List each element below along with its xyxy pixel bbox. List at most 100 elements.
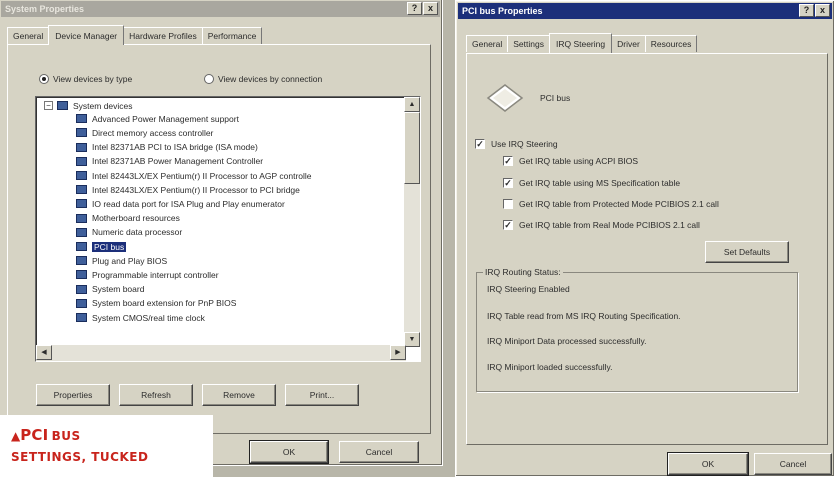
view-by-type-radio[interactable]: View devices by type bbox=[39, 74, 132, 84]
figure-caption: ▲PCI BUS SETTINGS, TUCKED bbox=[0, 415, 213, 477]
tab-driver[interactable]: Driver bbox=[611, 35, 646, 52]
option-ms-spec-table-checkbox[interactable]: ✓ Get IRQ table using MS Specification t… bbox=[503, 178, 680, 188]
use-irq-steering-label: Use IRQ Steering bbox=[491, 139, 558, 149]
device-list-item[interactable]: Numeric data processor bbox=[76, 227, 182, 239]
check-mark-icon: ✓ bbox=[503, 178, 513, 188]
device-list-item[interactable]: PCI bus bbox=[76, 241, 127, 253]
device-label: System board bbox=[92, 284, 145, 295]
status-line: IRQ Steering Enabled bbox=[487, 284, 570, 294]
tab-resources[interactable]: Resources bbox=[644, 35, 698, 52]
device-icon bbox=[76, 284, 87, 294]
device-list-item[interactable]: Motherboard resources bbox=[76, 212, 180, 224]
device-label: Numeric data processor bbox=[92, 227, 183, 238]
tab-general[interactable]: General bbox=[7, 27, 50, 44]
tab-strip: General Device Manager Hardware Profiles… bbox=[7, 25, 263, 45]
device-icon bbox=[76, 313, 87, 323]
ok-button[interactable]: OK bbox=[667, 452, 749, 476]
empty-checkbox-indicator bbox=[503, 199, 513, 209]
status-line: IRQ Miniport loaded successfully. bbox=[487, 362, 613, 372]
caption-line-2: SETTINGS, TUCKED bbox=[11, 450, 149, 464]
system-properties-titlebar[interactable]: System Properties ? x bbox=[1, 1, 440, 17]
device-list-item[interactable]: System board extension for PnP BIOS bbox=[76, 298, 236, 310]
remove-button[interactable]: Remove bbox=[202, 384, 276, 406]
device-label: Plug and Play BIOS bbox=[92, 255, 168, 266]
device-label: IO read data port for ISA Plug and Play … bbox=[92, 198, 285, 209]
caption-line-1: PCI bbox=[20, 426, 49, 444]
option-label: Get IRQ table using MS Specification tab… bbox=[519, 178, 681, 188]
use-irq-steering-checkbox[interactable]: ✓ Use IRQ Steering bbox=[475, 139, 558, 149]
print-button[interactable]: Print... bbox=[285, 384, 359, 406]
device-label: Intel 82371AB PCI to ISA bridge (ISA mod… bbox=[92, 142, 258, 153]
ok-button[interactable]: OK bbox=[249, 440, 329, 464]
device-icon bbox=[76, 185, 87, 195]
refresh-button[interactable]: Refresh bbox=[119, 384, 193, 406]
device-tree-horizontal-scrollbar[interactable]: ◀ ▶ bbox=[36, 345, 406, 361]
cancel-button[interactable]: Cancel bbox=[339, 441, 419, 463]
scroll-right-button[interactable]: ▶ bbox=[390, 345, 406, 360]
device-icon bbox=[76, 128, 87, 138]
tab-settings[interactable]: Settings bbox=[507, 35, 550, 52]
radio-unselected-indicator bbox=[204, 74, 214, 84]
tab-general[interactable]: General bbox=[466, 35, 509, 52]
device-list-item[interactable]: System board bbox=[76, 283, 144, 295]
view-by-type-label: View devices by type bbox=[53, 74, 133, 84]
tab-device-manager[interactable]: Device Manager bbox=[48, 25, 125, 45]
tab-hardware-profiles[interactable]: Hardware Profiles bbox=[123, 27, 203, 44]
help-button[interactable]: ? bbox=[799, 4, 814, 17]
help-button[interactable]: ? bbox=[407, 2, 422, 15]
device-name: PCI bus bbox=[540, 93, 571, 103]
window-title: System Properties bbox=[5, 4, 85, 14]
scroll-left-button[interactable]: ◀ bbox=[36, 345, 52, 360]
tab-irq-steering[interactable]: IRQ Steering bbox=[548, 33, 613, 53]
device-list-item[interactable]: Intel 82371AB Power Management Controlle… bbox=[76, 156, 263, 168]
device-list-item[interactable]: IO read data port for ISA Plug and Play … bbox=[76, 198, 285, 210]
device-label: Advanced Power Management support bbox=[92, 113, 239, 124]
properties-button[interactable]: Properties bbox=[36, 384, 110, 406]
device-list-item[interactable]: Intel 82443LX/EX Pentium(r) II Processor… bbox=[76, 184, 300, 196]
option-acpi-bios-checkbox[interactable]: ✓ Get IRQ table using ACPI BIOS bbox=[503, 156, 638, 166]
window-title: PCI bus Properties bbox=[462, 6, 543, 16]
tab-strip: General Settings IRQ Steering Driver Res… bbox=[466, 33, 698, 53]
check-mark-icon: ✓ bbox=[503, 220, 513, 230]
close-button[interactable]: x bbox=[423, 2, 438, 15]
device-list-item[interactable]: Direct memory access controller bbox=[76, 127, 213, 139]
device-icon bbox=[76, 171, 87, 181]
tree-root-system-devices[interactable]: − System devices bbox=[44, 100, 133, 112]
tree-root-label: System devices bbox=[73, 100, 133, 111]
pci-bus-device-icon bbox=[486, 84, 524, 112]
irq-routing-status-label: IRQ Routing Status: bbox=[483, 267, 563, 277]
device-icon bbox=[76, 142, 87, 152]
device-list-item[interactable]: Programmable interrupt controller bbox=[76, 269, 219, 281]
close-button[interactable]: x bbox=[815, 4, 830, 17]
option-label: Get IRQ table using ACPI BIOS bbox=[519, 156, 639, 166]
set-defaults-button[interactable]: Set Defaults bbox=[705, 241, 789, 263]
device-icon bbox=[76, 114, 87, 124]
pci-bus-properties-titlebar[interactable]: PCI bus Properties ? x bbox=[458, 3, 832, 19]
cancel-button[interactable]: Cancel bbox=[754, 453, 832, 475]
scroll-up-button[interactable]: ▲ bbox=[404, 97, 420, 112]
option-protected-mode-checkbox[interactable]: Get IRQ table from Protected Mode PCIBIO… bbox=[503, 199, 719, 209]
system-properties-window: System Properties ? x General Device Man… bbox=[0, 0, 443, 466]
device-list-item[interactable]: Advanced Power Management support bbox=[76, 113, 239, 125]
check-mark-icon: ✓ bbox=[503, 156, 513, 166]
device-tree[interactable]: − System devices Advanced Power Manageme… bbox=[35, 96, 421, 362]
option-real-mode-checkbox[interactable]: ✓ Get IRQ table from Real Mode PCIBIOS 2… bbox=[503, 220, 700, 230]
device-list-item[interactable]: Plug and Play BIOS bbox=[76, 255, 167, 267]
tab-performance[interactable]: Performance bbox=[201, 27, 263, 44]
device-label: Intel 82371AB Power Management Controlle… bbox=[92, 156, 264, 167]
view-by-connection-radio[interactable]: View devices by connection bbox=[204, 74, 322, 84]
device-tree-vertical-scrollbar[interactable]: ▲ ▼ bbox=[404, 97, 420, 347]
status-line: IRQ Table read from MS IRQ Routing Speci… bbox=[487, 311, 681, 321]
device-list-item[interactable]: System CMOS/real time clock bbox=[76, 312, 205, 324]
collapse-icon[interactable]: − bbox=[44, 101, 53, 111]
caption-marker: ▲ bbox=[11, 429, 21, 443]
option-label: Get IRQ table from Real Mode PCIBIOS 2.1… bbox=[519, 220, 700, 230]
scroll-down-button[interactable]: ▼ bbox=[404, 332, 420, 347]
device-list-item[interactable]: Intel 82371AB PCI to ISA bridge (ISA mod… bbox=[76, 141, 258, 153]
device-label: System board extension for PnP BIOS bbox=[92, 298, 237, 309]
device-icon bbox=[76, 256, 87, 266]
scroll-thumb[interactable] bbox=[404, 112, 420, 184]
device-label: Motherboard resources bbox=[92, 213, 180, 224]
device-icon bbox=[76, 298, 87, 308]
device-list-item[interactable]: Intel 82443LX/EX Pentium(r) II Processor… bbox=[76, 170, 312, 182]
